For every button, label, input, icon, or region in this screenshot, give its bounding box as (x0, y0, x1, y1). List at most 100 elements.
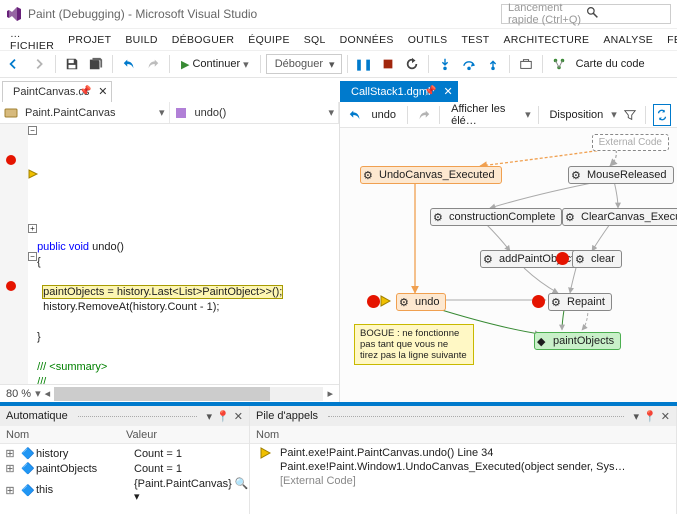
node-repaint[interactable]: ⚙Repaint (548, 293, 612, 311)
pause-button[interactable]: ❚❚ (353, 53, 375, 75)
toolbox-button[interactable] (515, 53, 537, 75)
menu-analyze[interactable]: ANALYSE (596, 30, 660, 50)
col-value[interactable]: Valeur (120, 429, 163, 441)
breakpoint-icon (532, 295, 545, 308)
dropdown-icon[interactable]: ▾ (634, 410, 640, 423)
method-icon: ⚙ (433, 211, 445, 223)
node-clearcanvas-executed[interactable]: ⚙ClearCanvas_Executed (562, 208, 677, 226)
menu-team[interactable]: ÉQUIPE (241, 30, 296, 50)
field-icon: 🔷 (20, 484, 36, 497)
node-undocanvas-executed[interactable]: ⚙UndoCanvas_Executed (360, 166, 502, 184)
close-icon[interactable]: ✕ (98, 85, 107, 98)
pin-icon[interactable]: 📍 (216, 410, 230, 423)
step-into-button[interactable] (434, 53, 456, 75)
graph-redo-button[interactable] (415, 104, 433, 126)
nav-fwd-button[interactable] (28, 53, 50, 75)
dropdown-icon[interactable]: ▾ (207, 410, 213, 423)
pin-icon[interactable]: 📍 (643, 410, 657, 423)
exec-arrow-icon (380, 295, 392, 310)
menu-debug[interactable]: DÉBOGUER (165, 30, 242, 50)
close-icon[interactable]: ✕ (444, 85, 453, 98)
graph-undo-label: undo (368, 107, 400, 123)
col-name[interactable]: Nom (0, 429, 120, 441)
zoom-level[interactable]: 80 % (6, 388, 31, 400)
save-all-button[interactable] (85, 53, 107, 75)
node-paintobjects[interactable]: ◆paintObjects (534, 332, 621, 350)
play-icon: ▶ (181, 58, 189, 71)
codemap-button[interactable]: Carte du code (572, 56, 649, 72)
visualizer-icon[interactable]: 🔍 (235, 478, 249, 490)
menu-data[interactable]: DONNÉES (333, 30, 401, 50)
method-icon: ⚙ (571, 169, 583, 181)
menu-architecture[interactable]: ARCHITECTURE (496, 30, 596, 50)
method-icon: ⚙ (575, 253, 587, 265)
menu-build[interactable]: BUILD (118, 30, 164, 50)
quick-launch-input[interactable]: Lancement rapide (Ctrl+Q) (501, 4, 671, 24)
list-item: ⊞🔷paintObjectsCount = 1 (0, 461, 249, 476)
menu-test[interactable]: TEST (454, 30, 496, 50)
current-frame-icon (252, 447, 280, 459)
code-editor[interactable]: − + − public void undo() { paintObjects … (0, 124, 339, 384)
node-undo[interactable]: ⚙undo (396, 293, 446, 311)
fold-toggle[interactable]: + (28, 224, 37, 233)
save-button[interactable] (61, 53, 83, 75)
vs-logo-icon (6, 6, 22, 22)
autos-list[interactable]: ⊞🔷historyCount = 1 ⊞🔷paintObjectsCount =… (0, 444, 249, 506)
undo-button[interactable] (118, 53, 140, 75)
graph-undo-button[interactable] (346, 104, 364, 126)
menu-file[interactable]: …FICHIER (3, 24, 61, 56)
window-title: Paint (Debugging) - Microsoft Visual Stu… (28, 7, 501, 21)
fold-toggle[interactable]: − (28, 126, 37, 135)
pin-icon[interactable]: 📌 (424, 86, 436, 97)
pin-icon[interactable]: 📌 (79, 86, 91, 97)
breakpoint-icon[interactable] (6, 281, 16, 291)
layout-button[interactable]: Disposition (545, 107, 607, 123)
nav-back-button[interactable] (4, 53, 26, 75)
step-out-button[interactable] (482, 53, 504, 75)
code-map-canvas[interactable]: External Code ⚙UndoCanvas_Executed ⚙Mous… (340, 128, 677, 402)
menu-tools[interactable]: OUTILS (401, 30, 455, 50)
expand-icon[interactable]: ⊞ (0, 462, 20, 475)
h-scrollbar[interactable] (54, 387, 323, 401)
breakpoint-icon (367, 295, 380, 308)
tab-callstack-dgml[interactable]: CallStack1.dgml* 📌 ✕ (340, 81, 458, 102)
breakpoint-icon[interactable] (6, 155, 16, 165)
redo-button[interactable] (142, 53, 164, 75)
callstack-panel-title: Pile d'appels (256, 410, 318, 422)
method-icon: ⚙ (551, 296, 563, 308)
continue-button[interactable]: ▶ Continuer ▾ (175, 56, 255, 73)
tab-paintcanvas[interactable]: PaintCanvas.cs 📌 ✕ (2, 81, 112, 102)
fold-toggle[interactable]: − (28, 252, 37, 261)
method-icon: ⚙ (399, 296, 411, 308)
node-mousereleased[interactable]: ⚙MouseReleased (568, 166, 674, 184)
main-menubar: …FICHIER PROJET BUILD DÉBOGUER ÉQUIPE SQ… (0, 28, 677, 50)
close-icon[interactable]: ✕ (661, 410, 670, 423)
callstack-list[interactable]: Paint.exe!Paint.PaintCanvas.undo() Line … (250, 444, 676, 490)
node-clear[interactable]: ⚙clear (572, 250, 622, 268)
node-external-code[interactable]: External Code (592, 134, 669, 151)
expand-icon[interactable]: ⊞ (0, 447, 20, 460)
scope-dropdown[interactable]: Paint.PaintCanvas▾ (0, 102, 170, 123)
sync-button[interactable] (653, 104, 671, 126)
restart-button[interactable] (401, 53, 423, 75)
col-name[interactable]: Nom (250, 429, 285, 441)
config-combo[interactable]: Déboguer▾ (266, 54, 342, 74)
codemap-icon (548, 53, 570, 75)
stack-frame: [External Code] (250, 474, 676, 488)
filter-button[interactable] (621, 104, 639, 126)
show-elements-button[interactable]: Afficher les élé… (447, 101, 521, 129)
member-dropdown[interactable]: undo()▾ (170, 102, 340, 123)
field-icon: 🔷 (20, 447, 36, 460)
list-item: ⊞🔷historyCount = 1 (0, 446, 249, 461)
menu-window[interactable]: FENÊTRE (660, 30, 677, 50)
menu-project[interactable]: PROJET (61, 30, 118, 50)
expand-icon[interactable]: ⊞ (0, 484, 20, 497)
close-icon[interactable]: ✕ (234, 410, 243, 423)
stack-frame: Paint.exe!Paint.Window1.UndoCanvas_Execu… (250, 460, 676, 474)
node-constructioncomplete[interactable]: ⚙constructionComplete (430, 208, 562, 226)
menu-sql[interactable]: SQL (297, 30, 333, 50)
step-over-button[interactable] (458, 53, 480, 75)
stop-button[interactable] (377, 53, 399, 75)
field-icon: 🔷 (20, 462, 36, 475)
stack-frame: Paint.exe!Paint.PaintCanvas.undo() Line … (250, 446, 676, 460)
